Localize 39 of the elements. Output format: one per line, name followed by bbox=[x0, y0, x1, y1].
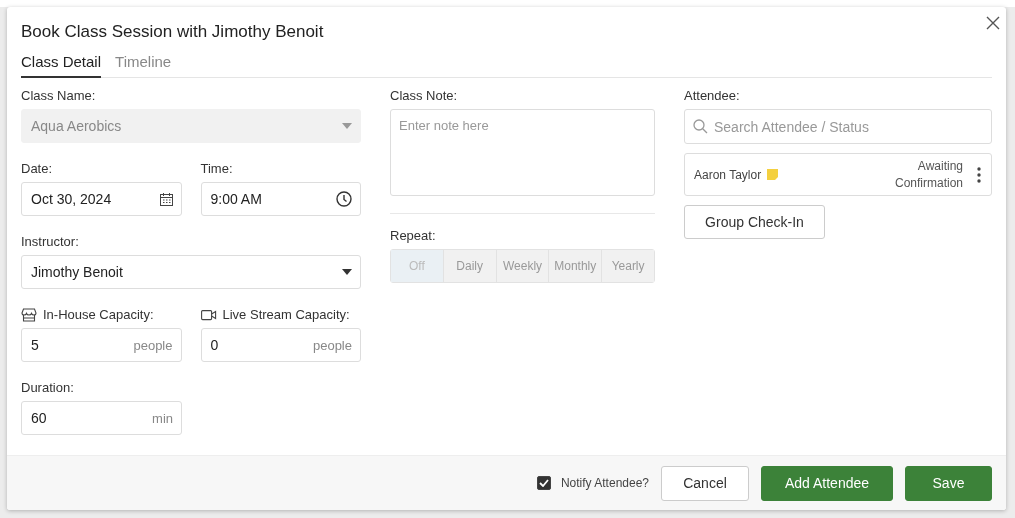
calendar-icon bbox=[159, 192, 173, 206]
capacity-field[interactable]: 0 people bbox=[200, 328, 361, 362]
more-icon[interactable] bbox=[977, 166, 981, 183]
field-label: In-House Capacity: bbox=[43, 307, 154, 322]
search-icon bbox=[693, 119, 708, 134]
checkbox-label: Notify Attendee? bbox=[560, 476, 649, 490]
field-label: Date: bbox=[21, 161, 54, 176]
field-label: Duration: bbox=[21, 380, 75, 395]
field-label: Class Name: bbox=[21, 88, 97, 103]
store-icon bbox=[21, 307, 37, 322]
date-field[interactable]: Oct 30, 2024 bbox=[21, 182, 182, 216]
field-label: Live Stream Capacity: bbox=[222, 307, 350, 322]
tab[interactable]: Timeline bbox=[115, 53, 172, 78]
time-field[interactable]: 9:00 AM bbox=[200, 182, 361, 216]
video-camera-icon bbox=[200, 308, 217, 321]
field-label: Time: bbox=[200, 161, 234, 176]
caret-icon bbox=[342, 123, 352, 129]
field-label: Instructor: bbox=[21, 234, 80, 249]
note-field[interactable]: Enter note here bbox=[390, 109, 655, 196]
attendee-status: Awaiting Confirmation bbox=[893, 157, 963, 192]
search-field[interactable]: Search Attendee / Status bbox=[684, 109, 992, 144]
field-label: Class Note: bbox=[390, 88, 459, 103]
caret-icon bbox=[342, 269, 352, 275]
capacity-field[interactable]: 5 people bbox=[21, 328, 182, 362]
field-label: Repeat: bbox=[390, 228, 437, 243]
checkbox[interactable] bbox=[536, 476, 551, 490]
dialog-title: Book Class Session with Jimothy Benoit bbox=[21, 22, 324, 42]
tab[interactable]: Class Detail bbox=[21, 53, 102, 78]
primary-button[interactable]: Save bbox=[905, 465, 992, 501]
close-icon[interactable] bbox=[986, 16, 1000, 30]
clock-icon bbox=[336, 191, 352, 207]
instructor-dropdown[interactable]: Jimothy Benoit bbox=[21, 255, 361, 289]
field-label: Attendee: bbox=[684, 88, 741, 103]
group-check-in-button[interactable]: Group Check-In bbox=[684, 205, 825, 239]
secondary-button[interactable]: Cancel bbox=[661, 465, 749, 501]
attendee-card[interactable]: Aaron Taylor Awaiting Confirmation bbox=[684, 153, 992, 196]
duration-field[interactable]: 60 min bbox=[21, 401, 182, 435]
attendee-name: Aaron Taylor bbox=[694, 167, 762, 182]
primary-button[interactable]: Add Attendee bbox=[761, 465, 893, 501]
